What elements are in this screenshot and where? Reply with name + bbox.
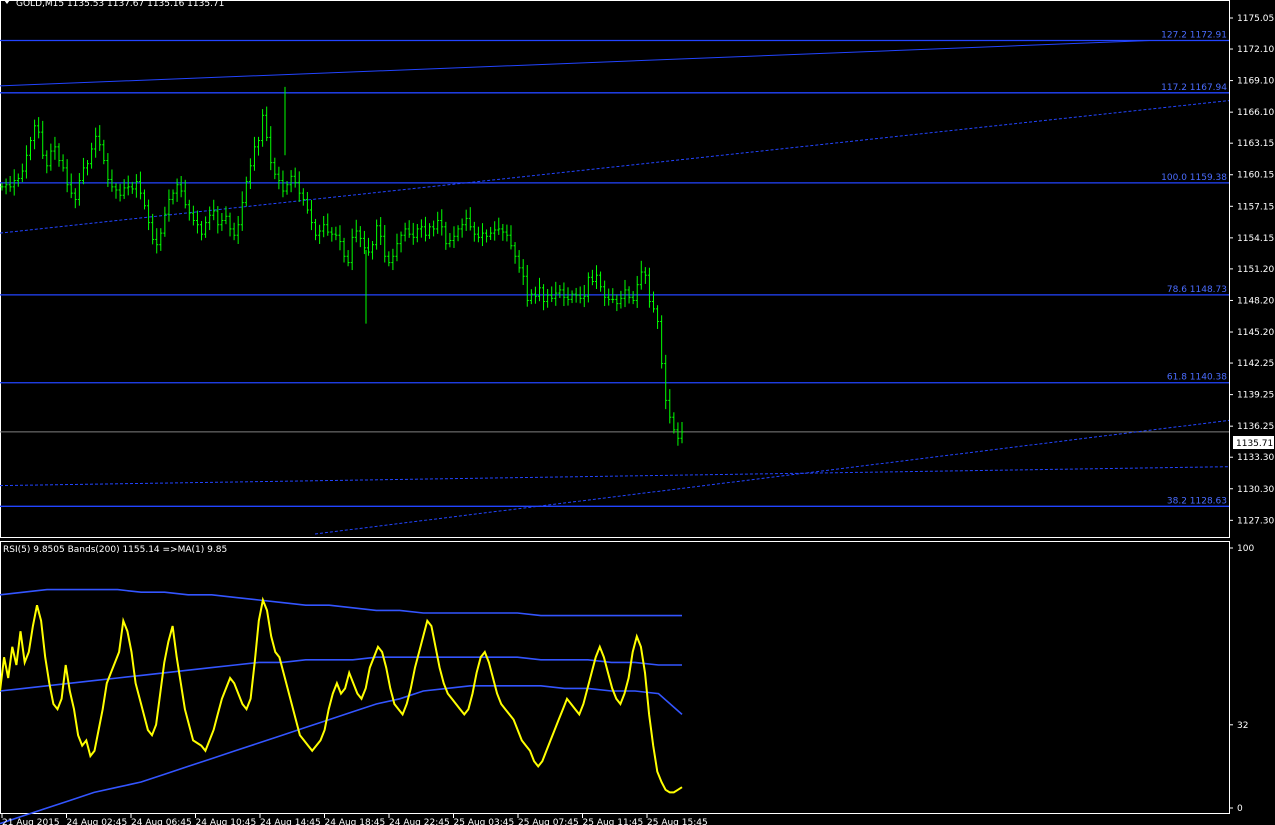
main-chart-title: GOLD,M15 1135.53 1137.67 1135.16 1135.71 (16, 0, 224, 9)
time-tick-label: 24 Aug 14:45 (260, 818, 321, 825)
time-tick-label: 25 Aug 07:45 (518, 818, 579, 825)
price-tick-label: 1163.15 (1237, 139, 1274, 149)
time-tick-label: 21 Aug 2015 (2, 818, 60, 825)
fib-level-label: 117.2 1167.94 (1161, 83, 1227, 93)
price-tick-label: 1172.10 (1237, 45, 1274, 55)
price-tick-label: 1166.10 (1237, 108, 1274, 118)
main-chart-frame (0, 0, 1230, 538)
time-tick-label: 24 Aug 10:45 (196, 818, 257, 825)
trading-chart: 127.2 1172.91 117.2 1167.94 100.0 1159.38 7… (0, 0, 1274, 825)
price-tick-label: 1136.25 (1237, 422, 1274, 432)
price-panel: 127.2 1172.91 117.2 1167.94 100.0 1159.38 7… (0, 31, 1230, 535)
price-tick-label: 1139.25 (1237, 391, 1274, 401)
rsi-panel (0, 588, 683, 825)
price-tick-label: 1130.30 (1237, 485, 1274, 495)
fib-level-label: 127.2 1172.91 (1161, 31, 1227, 41)
time-tick-label: 24 Aug 18:45 (325, 818, 386, 825)
trend-line-dotted (314, 419, 1230, 535)
rsi-panel-frame (0, 541, 1230, 814)
fib-level-label: 100.0 1159.38 (1161, 173, 1227, 183)
price-tick-label: 1127.30 (1237, 516, 1274, 526)
price-tick-label: 1151.20 (1237, 265, 1274, 275)
price-tick-label: 1157.15 (1237, 202, 1274, 212)
bands-line (0, 588, 682, 617)
fib-level-label: 61.8 1140.38 (1167, 373, 1227, 383)
rsi-tick-label: 100 (1237, 544, 1254, 554)
trend-line-dotted (0, 466, 1230, 487)
time-tick-label: 25 Aug 15:45 (647, 818, 708, 825)
price-tick-label: 1169.10 (1237, 77, 1274, 87)
current-price-label: 1135.71 (1236, 439, 1273, 449)
time-tick-label: 24 Aug 22:45 (389, 818, 450, 825)
price-tick-label: 1160.15 (1237, 171, 1274, 181)
price-tick-label: 1145.20 (1237, 328, 1274, 338)
price-tick-label: 1175.05 (1237, 14, 1274, 24)
fib-level-label: 78.6 1148.73 (1167, 285, 1227, 295)
price-tick-label: 1133.30 (1237, 453, 1274, 463)
time-tick-label: 24 Aug 06:45 (131, 818, 192, 825)
rsi-line (0, 596, 683, 794)
time-tick-label: 25 Aug 11:45 (583, 818, 644, 825)
rsi-tick-label: 32 (1237, 721, 1248, 731)
fib-level-label: 38.2 1128.63 (1167, 496, 1227, 506)
time-tick-label: 24 Aug 02:45 (67, 818, 128, 825)
time-tick-label: 25 Aug 03:45 (454, 818, 515, 825)
trend-line-dotted (0, 100, 1230, 234)
price-tick-label: 1142.25 (1237, 359, 1274, 369)
price-axis: 1175.05 1172.10 1169.10 1166.10 1163.15 1160.… (1, 14, 1274, 825)
trend-line (0, 40, 1151, 87)
rsi-tick-label: 0 (1237, 804, 1243, 814)
chart-menu-arrow-icon[interactable] (4, 0, 10, 4)
rsi-panel-title: RSI(5) 9.8505 Bands(200) 1155.14 =>MA(1)… (3, 545, 227, 555)
bands-line (0, 656, 682, 692)
price-tick-label: 1148.20 (1237, 296, 1274, 306)
price-tick-label: 1154.15 (1237, 234, 1274, 244)
